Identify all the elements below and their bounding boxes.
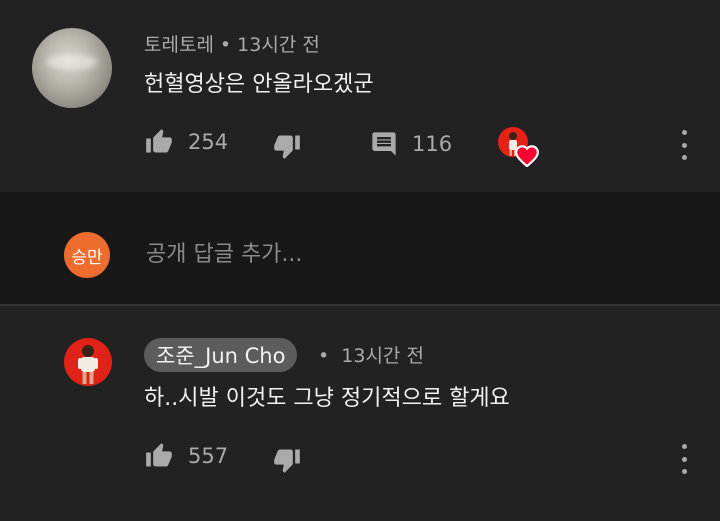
more-vert-icon[interactable] [672,444,696,474]
author-name[interactable]: 토레토레 [144,34,214,56]
thumb-down-icon [272,132,302,160]
avatar[interactable] [64,338,112,386]
timestamp[interactable]: 13시간 전 [341,345,424,367]
like-button[interactable]: 254 [144,128,228,156]
like-button[interactable]: 557 [144,442,228,470]
dislike-button[interactable] [272,132,302,160]
comment-text: 하..시발 이것도 그냥 정기적으로 할게요 [144,386,510,411]
avatar[interactable] [32,28,112,108]
thumb-up-icon [144,128,174,156]
author-name[interactable]: 조준_Jun Cho [144,338,298,372]
reply-count: 116 [412,132,453,156]
comment-text: 헌혈영상은 안올라오겠군 [144,72,374,97]
comment-card [0,306,720,521]
comment-meta: • 13시간 전 [318,345,424,367]
timestamp[interactable]: 13시간 전 [237,34,320,56]
thumb-down-icon [272,446,302,474]
avatar[interactable]: 승만 [64,232,110,278]
reply-input[interactable]: 공개 답글 추가... [146,236,302,268]
dislike-button[interactable] [272,446,302,474]
comment-meta: 토레토레 • 13시간 전 [144,34,320,56]
thumb-up-icon [144,442,174,470]
like-count: 557 [188,444,229,468]
like-count: 254 [188,130,229,154]
creator-heart-icon [498,127,542,171]
comment-icon [370,130,398,158]
comment-card: 토레토레 • 13시간 전 헌혈영상은 안올라오겠군 254 116 [0,0,720,192]
reply-count-button[interactable]: 116 [370,130,452,158]
more-vert-icon[interactable] [672,130,696,160]
